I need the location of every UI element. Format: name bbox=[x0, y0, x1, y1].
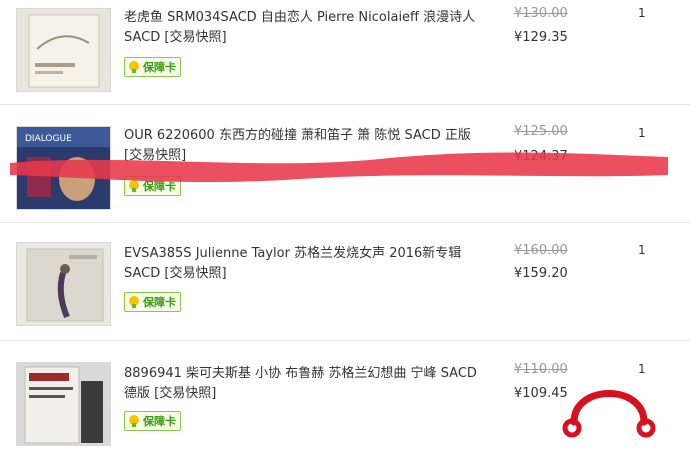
guarantee-card-badge[interactable]: 保障卡 bbox=[124, 292, 181, 312]
guarantee-card-badge[interactable]: 保障卡 bbox=[124, 57, 181, 77]
actual-price: ¥124.37 bbox=[514, 149, 568, 164]
badge-label: 保障卡 bbox=[143, 61, 176, 74]
guarantee-shield-icon bbox=[127, 414, 141, 428]
original-price: ¥110.00 bbox=[514, 362, 568, 377]
quantity: 1 bbox=[638, 6, 646, 20]
product-title-link[interactable]: EVSA385S Julienne Taylor 苏格兰发烧女声 2016新专辑… bbox=[124, 244, 484, 284]
product-title-link[interactable]: 老虎鱼 SRM034SACD 自由恋人 Pierre Nicolaieff 浪漫… bbox=[124, 8, 484, 48]
badge-label: 保障卡 bbox=[143, 296, 176, 309]
badge-label: 保障卡 bbox=[143, 415, 176, 428]
quantity: 1 bbox=[638, 362, 646, 376]
order-item: 老虎鱼 SRM034SACD 自由恋人 Pierre Nicolaieff 浪漫… bbox=[0, 0, 690, 118]
product-thumbnail[interactable]: DIALOGUE bbox=[16, 126, 111, 210]
product-thumbnail[interactable] bbox=[16, 8, 111, 92]
order-item: EVSA385S Julienne Taylor 苏格兰发烧女声 2016新专辑… bbox=[0, 236, 690, 354]
guarantee-shield-icon bbox=[127, 60, 141, 74]
guarantee-card-badge[interactable]: 保障卡 bbox=[124, 176, 181, 196]
original-price: ¥160.00 bbox=[514, 243, 568, 258]
product-title-link[interactable]: 8896941 柴可夫斯基 小协 布鲁赫 苏格兰幻想曲 宁峰 SACD 德版 [… bbox=[124, 364, 484, 404]
quantity: 1 bbox=[638, 243, 646, 257]
product-title-link[interactable]: OUR 6220600 东西方的碰撞 萧和笛子 箫 陈悦 SACD 正版 [交易… bbox=[124, 126, 484, 166]
actual-price: ¥159.20 bbox=[514, 266, 568, 281]
product-thumbnail[interactable] bbox=[16, 242, 111, 326]
original-price: ¥125.00 bbox=[514, 124, 568, 139]
product-thumbnail[interactable] bbox=[16, 362, 111, 446]
badge-label: 保障卡 bbox=[143, 180, 176, 193]
row-divider bbox=[0, 104, 690, 105]
guarantee-shield-icon bbox=[127, 179, 141, 193]
order-item: DIALOGUE OUR 6220600 东西方的碰撞 萧和笛子 箫 陈悦 SA… bbox=[0, 118, 690, 236]
actual-price: ¥129.35 bbox=[514, 30, 568, 45]
headphone-logo-icon bbox=[562, 390, 656, 438]
row-divider bbox=[0, 222, 690, 223]
guarantee-card-badge[interactable]: 保障卡 bbox=[124, 411, 181, 431]
original-price: ¥130.00 bbox=[514, 6, 568, 21]
row-divider bbox=[0, 340, 690, 341]
quantity: 1 bbox=[638, 126, 646, 140]
guarantee-shield-icon bbox=[127, 295, 141, 309]
svg-text:DIALOGUE: DIALOGUE bbox=[25, 134, 72, 144]
